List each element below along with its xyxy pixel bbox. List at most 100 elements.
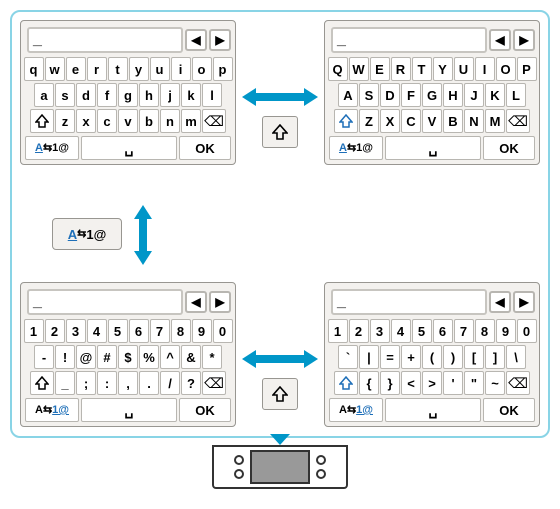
character-key[interactable]: 5 [412, 319, 432, 343]
character-key[interactable]: - [34, 345, 54, 369]
caret-right-button[interactable]: ▶ [513, 291, 535, 313]
text-input[interactable]: _ [27, 27, 183, 53]
character-key[interactable]: x [76, 109, 96, 133]
character-key[interactable]: = [380, 345, 400, 369]
character-key[interactable]: # [97, 345, 117, 369]
character-key[interactable]: 8 [171, 319, 191, 343]
ok-key[interactable]: OK [483, 398, 535, 422]
character-key[interactable]: 0 [517, 319, 537, 343]
shift-key-active[interactable] [334, 109, 358, 133]
character-key[interactable]: v [118, 109, 138, 133]
character-key[interactable]: K [485, 83, 505, 107]
shift-key-active[interactable] [334, 371, 358, 395]
caret-left-button[interactable]: ◀ [489, 291, 511, 313]
character-key[interactable]: ( [422, 345, 442, 369]
character-key[interactable]: } [380, 371, 400, 395]
mode-toggle-key[interactable]: A⇆1@ [25, 398, 79, 422]
character-key[interactable]: O [496, 57, 516, 81]
character-key[interactable]: 9 [496, 319, 516, 343]
character-key[interactable]: Q [328, 57, 348, 81]
mode-toggle-key[interactable]: A⇆1@ [329, 136, 383, 160]
character-key[interactable]: { [359, 371, 379, 395]
character-key[interactable]: t [108, 57, 128, 81]
character-key[interactable]: p [213, 57, 233, 81]
character-key[interactable]: D [380, 83, 400, 107]
character-key[interactable]: T [412, 57, 432, 81]
ok-key[interactable]: OK [483, 136, 535, 160]
character-key[interactable]: d [76, 83, 96, 107]
character-key[interactable]: P [517, 57, 537, 81]
character-key[interactable]: Y [433, 57, 453, 81]
character-key[interactable]: J [464, 83, 484, 107]
character-key[interactable]: w [45, 57, 65, 81]
character-key[interactable]: ? [181, 371, 201, 395]
character-key[interactable]: f [97, 83, 117, 107]
character-key[interactable]: y [129, 57, 149, 81]
character-key[interactable]: 1 [24, 319, 44, 343]
character-key[interactable]: ! [55, 345, 75, 369]
character-key[interactable]: 3 [370, 319, 390, 343]
character-key[interactable]: k [181, 83, 201, 107]
caret-right-button[interactable]: ▶ [209, 291, 231, 313]
character-key[interactable]: j [160, 83, 180, 107]
character-key[interactable]: 9 [192, 319, 212, 343]
character-key[interactable]: 1 [328, 319, 348, 343]
caret-left-button[interactable]: ◀ [185, 291, 207, 313]
character-key[interactable]: 8 [475, 319, 495, 343]
character-key[interactable]: : [97, 371, 117, 395]
character-key[interactable]: / [160, 371, 180, 395]
character-key[interactable]: u [150, 57, 170, 81]
character-key[interactable]: s [55, 83, 75, 107]
character-key[interactable]: 4 [87, 319, 107, 343]
character-key[interactable]: c [97, 109, 117, 133]
character-key[interactable]: b [139, 109, 159, 133]
character-key[interactable]: n [160, 109, 180, 133]
character-key[interactable]: 3 [66, 319, 86, 343]
character-key[interactable]: V [422, 109, 442, 133]
mode-toggle-key[interactable]: A⇆1@ [329, 398, 383, 422]
character-key[interactable]: N [464, 109, 484, 133]
character-key[interactable]: 4 [391, 319, 411, 343]
ok-key[interactable]: OK [179, 398, 231, 422]
character-key[interactable]: m [181, 109, 201, 133]
character-key[interactable]: e [66, 57, 86, 81]
character-key[interactable]: A [338, 83, 358, 107]
character-key[interactable]: [ [464, 345, 484, 369]
character-key[interactable]: \ [506, 345, 526, 369]
character-key[interactable]: R [391, 57, 411, 81]
character-key[interactable]: . [139, 371, 159, 395]
backspace-key[interactable]: ⌫ [202, 109, 226, 133]
character-key[interactable]: , [118, 371, 138, 395]
character-key[interactable]: Z [359, 109, 379, 133]
character-key[interactable]: _ [55, 371, 75, 395]
character-key[interactable]: r [87, 57, 107, 81]
character-key[interactable]: q [24, 57, 44, 81]
backspace-key[interactable]: ⌫ [506, 109, 530, 133]
character-key[interactable]: G [422, 83, 442, 107]
character-key[interactable]: | [359, 345, 379, 369]
shift-key[interactable] [30, 109, 54, 133]
caret-right-button[interactable]: ▶ [209, 29, 231, 51]
character-key[interactable]: X [380, 109, 400, 133]
character-key[interactable]: ^ [160, 345, 180, 369]
character-key[interactable]: $ [118, 345, 138, 369]
character-key[interactable]: a [34, 83, 54, 107]
character-key[interactable]: E [370, 57, 390, 81]
character-key[interactable]: " [464, 371, 484, 395]
character-key[interactable]: 5 [108, 319, 128, 343]
caret-left-button[interactable]: ◀ [185, 29, 207, 51]
character-key[interactable]: 2 [349, 319, 369, 343]
character-key[interactable]: ; [76, 371, 96, 395]
character-key[interactable]: 0 [213, 319, 233, 343]
backspace-key[interactable]: ⌫ [202, 371, 226, 395]
character-key[interactable]: F [401, 83, 421, 107]
character-key[interactable]: * [202, 345, 222, 369]
character-key[interactable]: > [422, 371, 442, 395]
character-key[interactable]: ) [443, 345, 463, 369]
character-key[interactable]: S [359, 83, 379, 107]
caret-right-button[interactable]: ▶ [513, 29, 535, 51]
character-key[interactable]: i [171, 57, 191, 81]
ok-key[interactable]: OK [179, 136, 231, 160]
space-key[interactable]: ␣ [81, 136, 177, 160]
shift-key[interactable] [30, 371, 54, 395]
